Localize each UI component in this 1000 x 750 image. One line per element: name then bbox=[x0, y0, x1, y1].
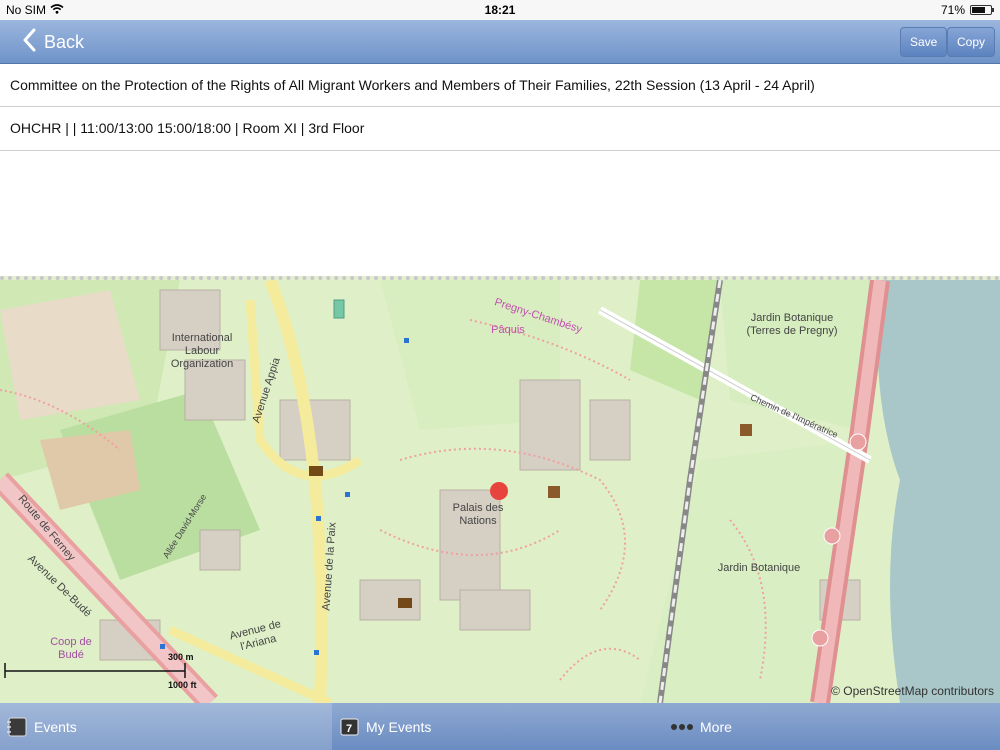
tab-more-label: More bbox=[700, 718, 732, 735]
tab-events-label: Events bbox=[34, 718, 77, 735]
map-view[interactable]: International Labour Organization Palais… bbox=[0, 276, 1000, 703]
map-label-palais: Palais des Nations bbox=[452, 502, 504, 527]
scale-meters: 300 m bbox=[168, 652, 194, 662]
save-button[interactable]: Save bbox=[900, 27, 948, 57]
tab-events[interactable]: Events bbox=[0, 703, 332, 750]
copy-button[interactable]: Copy bbox=[947, 27, 996, 57]
more-dots-icon bbox=[670, 723, 694, 731]
scale-feet: 1000 ft bbox=[168, 680, 197, 690]
navigation-bar: Back Save Copy bbox=[0, 20, 1000, 64]
battery-icon bbox=[970, 5, 994, 15]
map-label-paquis: Pâquis bbox=[491, 324, 525, 336]
map-label-coop: Coop de Budé bbox=[50, 636, 92, 661]
location-marker[interactable] bbox=[490, 482, 508, 500]
event-title: Committee on the Protection of the Right… bbox=[0, 64, 1000, 107]
calendar-icon: 7 bbox=[340, 717, 360, 737]
map-attribution[interactable]: © OpenStreetMap contributors bbox=[831, 684, 994, 698]
svg-text:7: 7 bbox=[346, 723, 352, 735]
chevron-left-icon bbox=[22, 28, 44, 57]
map-label-ilo: International Labour Organization bbox=[170, 332, 234, 370]
battery-percent: 71% bbox=[940, 3, 965, 17]
tab-my-events-label: My Events bbox=[366, 718, 432, 735]
status-bar: No SIM 18:21 71% bbox=[0, 0, 1000, 20]
tab-bar: Events 7 My Events More bbox=[0, 703, 1000, 750]
back-label: Back bbox=[44, 31, 85, 52]
battery-level bbox=[972, 7, 985, 13]
tab-more[interactable]: More bbox=[670, 703, 990, 750]
clock: 18:21 bbox=[484, 3, 516, 17]
map-tiles bbox=[0, 280, 1000, 703]
notebook-icon bbox=[6, 716, 28, 738]
back-button[interactable]: Back bbox=[22, 26, 84, 58]
tab-my-events[interactable]: 7 My Events bbox=[340, 703, 660, 750]
event-details: OHCHR | | 11:00/13:00 15:00/18:00 | Room… bbox=[0, 107, 1000, 151]
map-label-jardin: Jardin Botanique bbox=[717, 562, 801, 574]
map-label-jardin-terres: Jardin Botanique (Terres de Pregny) bbox=[746, 312, 838, 337]
status-right: 71% bbox=[940, 3, 994, 17]
